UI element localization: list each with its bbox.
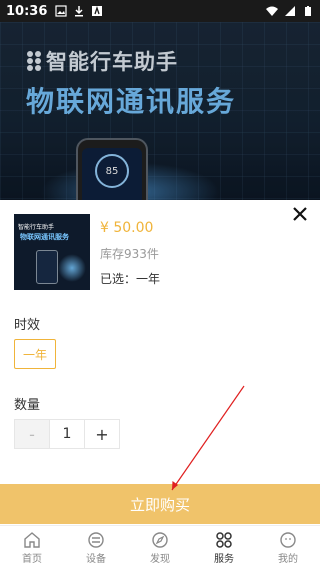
spec-option-one-year[interactable]: 一年 xyxy=(14,339,56,369)
tab-service[interactable]: 服务 xyxy=(192,526,256,569)
tab-label-home: 首页 xyxy=(22,553,42,565)
buy-now-button[interactable]: 立即购买 xyxy=(0,484,320,524)
product-thumbnail: 智能行车助手 物联网通讯服务 xyxy=(14,214,90,290)
status-bar: 10:36 xyxy=(0,0,320,22)
thumb-title: 智能行车助手 xyxy=(18,224,55,231)
image-icon xyxy=(55,5,67,17)
product-banner: 智能行车助手 物联网通讯服务 85 xyxy=(0,22,320,200)
close-icon[interactable] xyxy=(290,204,310,224)
increase-button[interactable]: + xyxy=(84,419,120,449)
battery-icon xyxy=(305,6,311,16)
tab-label-discover: 发现 xyxy=(150,553,170,565)
quantity-label: 数量 xyxy=(14,398,41,413)
tab-discover[interactable]: 发现 xyxy=(128,526,192,569)
profile-icon xyxy=(280,531,296,548)
compass-icon xyxy=(152,531,168,548)
home-icon xyxy=(24,531,40,548)
spec-label: 时效 xyxy=(14,318,41,333)
tab-label-profile: 我的 xyxy=(278,553,298,565)
quantity-stepper: - 1 + xyxy=(14,419,120,449)
product-price: ¥ 50.00 xyxy=(100,220,154,236)
tab-label-device: 设备 xyxy=(86,553,106,565)
bottom-tab-bar: 首页 设备 发现 服务 我的 xyxy=(0,525,320,569)
tab-profile[interactable]: 我的 xyxy=(256,526,320,569)
wifi-icon xyxy=(266,6,278,16)
decrease-button[interactable]: - xyxy=(14,419,50,449)
product-stock: 库存933件 xyxy=(100,247,159,261)
tab-label-service: 服务 xyxy=(214,553,234,565)
download-icon xyxy=(75,6,84,17)
quantity-value[interactable]: 1 xyxy=(50,419,84,449)
device-icon xyxy=(88,531,104,548)
tab-home[interactable]: 首页 xyxy=(0,526,64,569)
selected-spec: 已选：一年 xyxy=(100,272,161,286)
service-icon xyxy=(216,531,232,548)
purchase-sheet: 智能行车助手 物联网通讯服务 ¥ 50.00 库存933件 已选：一年 时效 一… xyxy=(0,200,320,568)
thumb-subtitle: 物联网通讯服务 xyxy=(20,233,69,241)
app-notification-icon xyxy=(92,5,103,16)
tab-device[interactable]: 设备 xyxy=(64,526,128,569)
status-time: 10:36 xyxy=(6,3,48,19)
signal-icon xyxy=(285,6,295,16)
